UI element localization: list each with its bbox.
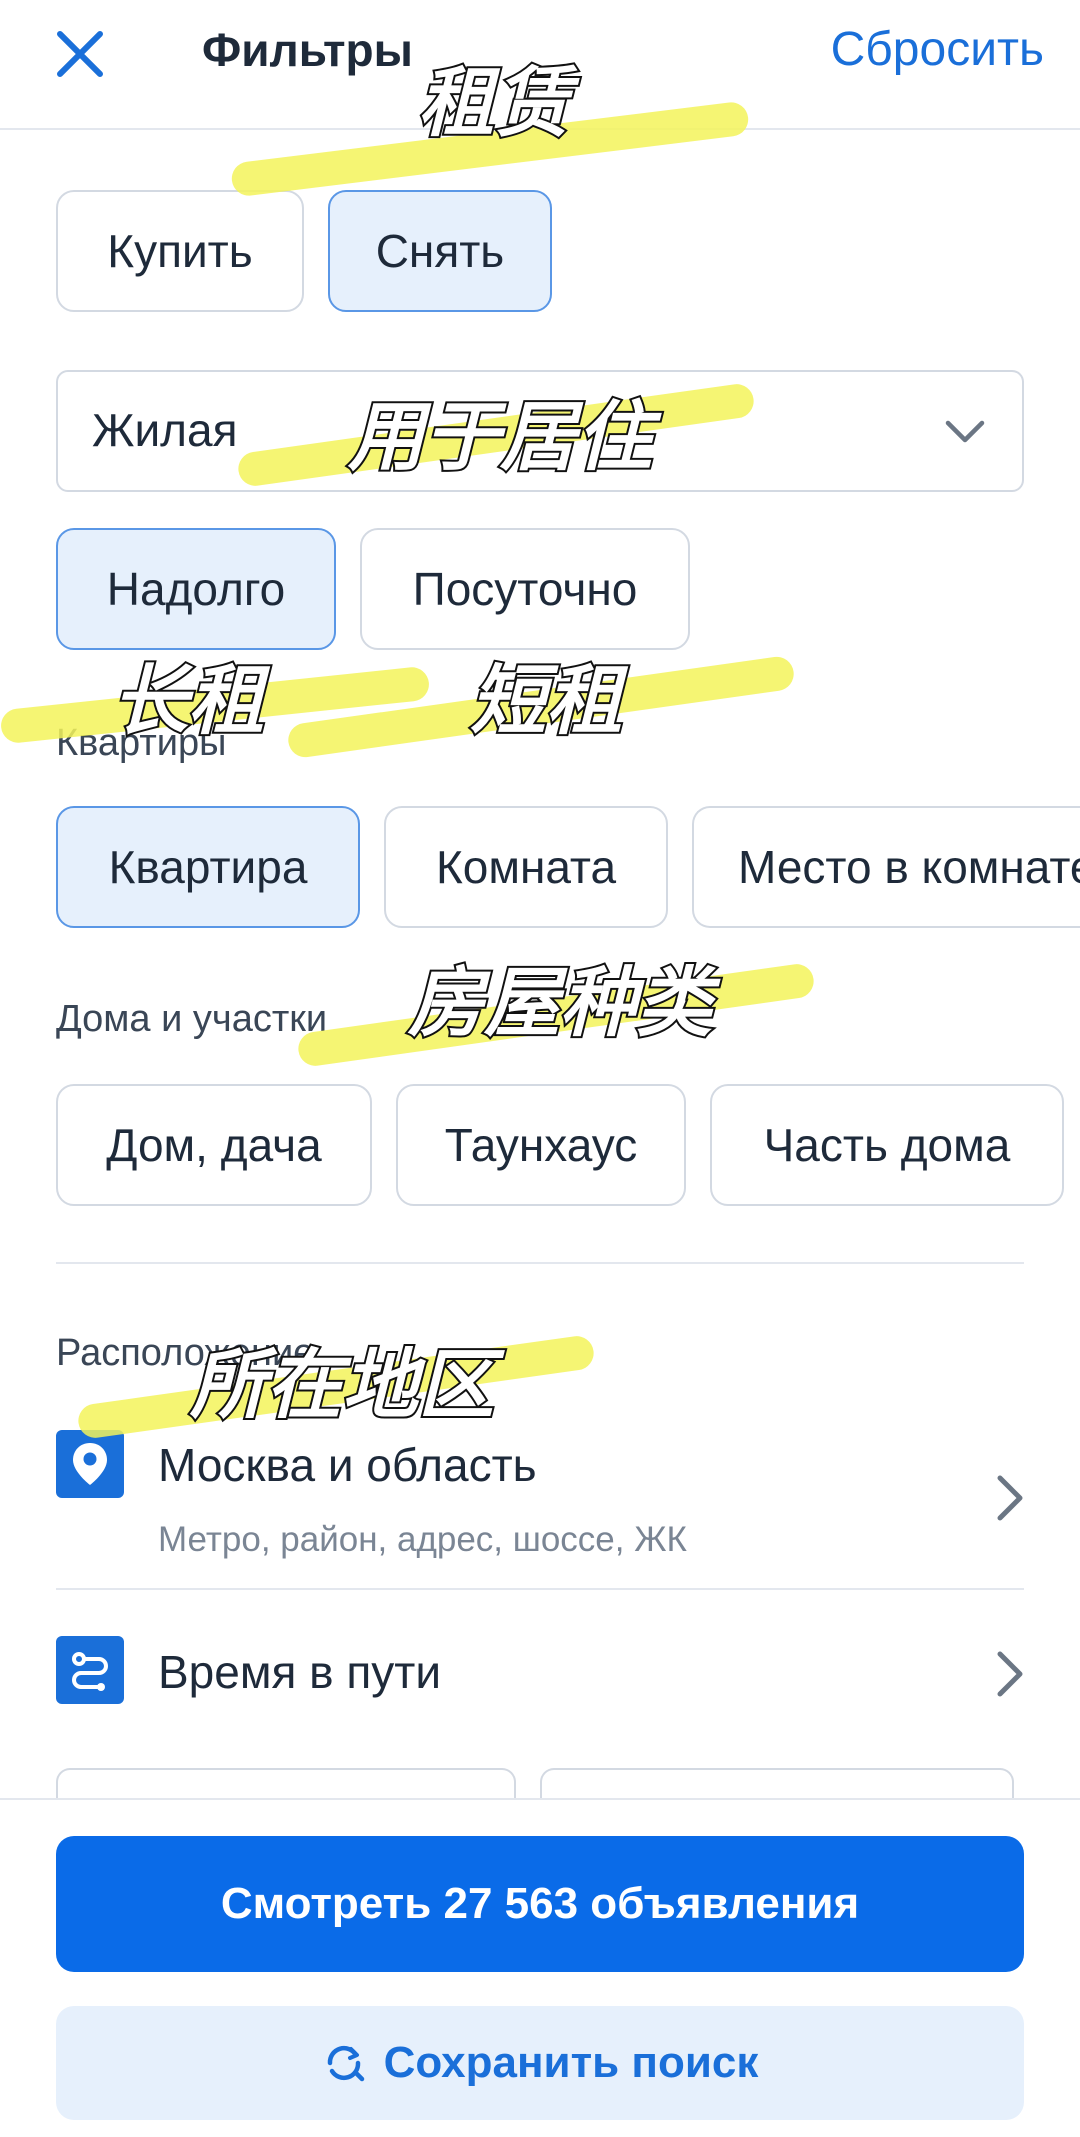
travel-time-label: Время в пути <box>158 1646 442 1698</box>
page-title: Фильтры <box>202 24 413 76</box>
show-results-button[interactable]: Смотреть 27 563 объявления <box>56 1836 1024 1972</box>
chevron-right-icon <box>997 1475 1023 1521</box>
map-pin-icon <box>56 1430 124 1498</box>
chevron-right-icon <box>997 1651 1023 1697</box>
annotation-long-term: 长租 <box>110 654 266 747</box>
property-category-value: Жилая <box>92 404 238 456</box>
row-divider <box>56 1588 1024 1590</box>
annotation-rent: 租赁 <box>416 56 572 149</box>
section-divider <box>56 1262 1024 1264</box>
apartment-chip[interactable]: Квартира <box>56 806 360 928</box>
close-icon[interactable] <box>48 22 112 86</box>
part-of-house-chip[interactable]: Часть дома <box>710 1084 1064 1206</box>
bottom-action-bar: Смотреть 27 563 объявления Сохранить пои… <box>0 1798 1080 2137</box>
reset-button[interactable]: Сбросить <box>831 20 1044 80</box>
region-subtitle: Метро, район, адрес, шоссе, ЖК <box>158 1520 687 1559</box>
rent-chip[interactable]: Снять <box>328 190 552 312</box>
chevron-down-icon <box>945 420 985 443</box>
save-search-button[interactable]: Сохранить поиск <box>56 2006 1024 2120</box>
annotation-house-type: 房屋种类 <box>406 956 714 1049</box>
daily-chip[interactable]: Посуточно <box>360 528 690 650</box>
long-term-chip[interactable]: Надолго <box>56 528 336 650</box>
house-dacha-chip[interactable]: Дом, дача <box>56 1084 372 1206</box>
townhouse-chip[interactable]: Таунхаус <box>396 1084 686 1206</box>
annotation-location: 所在地区 <box>188 1338 496 1431</box>
region-title: Москва и область <box>158 1439 537 1491</box>
annotation-residential: 用于居住 <box>346 390 654 483</box>
room-place-chip[interactable]: Место в комнате <box>692 806 1080 928</box>
annotation-short-term: 短租 <box>468 654 624 747</box>
room-chip[interactable]: Комната <box>384 806 668 928</box>
buy-chip[interactable]: Купить <box>56 190 304 312</box>
houses-section-label: Дома и участки <box>56 998 328 1040</box>
save-search-label: Сохранить поиск <box>383 2038 759 2087</box>
refresh-search-icon <box>327 2045 364 2082</box>
route-icon <box>56 1636 124 1704</box>
